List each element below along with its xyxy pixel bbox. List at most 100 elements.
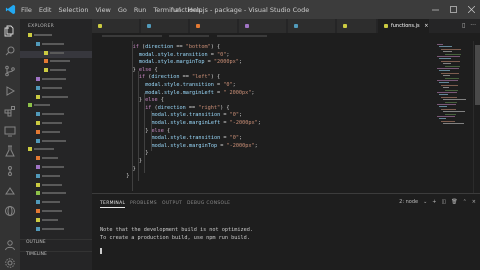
file-tree-item[interactable] — [20, 147, 92, 154]
chevron-down-icon[interactable]: ⌄ — [423, 199, 427, 205]
tab-debug-console[interactable]: DEBUG CONSOLE — [187, 201, 230, 206]
maximize-button[interactable] — [444, 0, 462, 19]
tab-terminal[interactable]: TERMINAL — [100, 201, 126, 208]
code-line[interactable]: if (direction == "right") { — [145, 105, 229, 111]
scrollbar-thumb[interactable] — [475, 45, 480, 105]
file-tree-item[interactable] — [20, 121, 92, 128]
extensions-icon[interactable] — [4, 105, 16, 117]
editor-scrollbar[interactable] — [473, 41, 480, 193]
code-line[interactable]: } — [133, 166, 136, 172]
editor-tab[interactable] — [288, 19, 336, 33]
editor-tab[interactable] — [190, 19, 238, 33]
breadcrumb-path[interactable] — [169, 34, 210, 37]
menu-file[interactable]: File — [21, 6, 32, 14]
file-tree-item[interactable] — [20, 173, 92, 181]
run-debug-icon[interactable] — [4, 85, 16, 97]
account-icon[interactable] — [4, 239, 16, 251]
close-panel-icon[interactable]: × — [472, 199, 476, 205]
remote-explorer-icon[interactable] — [4, 125, 16, 137]
file-tree-item[interactable] — [20, 77, 92, 84]
menu-run[interactable]: Run — [134, 6, 146, 14]
code-editor[interactable]: if (direction == "bottom") { modal.style.… — [92, 41, 435, 193]
chevron-up-icon[interactable]: ⌃ — [463, 199, 467, 205]
minimize-button[interactable] — [426, 0, 444, 19]
code-line[interactable]: } else { — [133, 67, 158, 73]
file-tree-item[interactable] — [20, 138, 92, 146]
settings-gear-icon[interactable] — [4, 257, 16, 269]
file-tree-item[interactable] — [20, 41, 92, 49]
tab-functions-js[interactable]: functions.js × — [378, 19, 430, 33]
file-tree-item[interactable] — [20, 165, 92, 172]
file-tree-item[interactable] — [20, 209, 92, 216]
code-line[interactable]: } — [126, 173, 129, 179]
code-line[interactable]: modal.style.marginLeft = " 2000px"; — [145, 90, 254, 96]
terminal-selector[interactable]: 2: node — [399, 199, 418, 205]
code-line[interactable]: modal.style.transition = "0"; — [145, 82, 236, 88]
file-tree-item[interactable] — [20, 50, 92, 58]
editor-tab[interactable] — [239, 19, 287, 33]
editor-tab[interactable] — [337, 19, 377, 33]
file-tree-item[interactable] — [20, 103, 92, 110]
file-tree-item[interactable] — [20, 129, 92, 137]
live-share-icon[interactable] — [4, 185, 16, 197]
code-line[interactable]: modal.style.transition = "0"; — [152, 112, 243, 118]
menu-terminal[interactable]: Terminal — [153, 6, 180, 14]
file-tree-item[interactable] — [20, 182, 92, 190]
code-line[interactable]: modal.style.marginTop = "2000px"; — [139, 59, 242, 65]
tab-problems[interactable]: PROBLEMS — [130, 201, 157, 206]
outline-section[interactable]: OUTLINE — [20, 239, 92, 247]
code-line[interactable]: } else { — [145, 128, 170, 134]
file-tree-item[interactable] — [20, 191, 92, 198]
file-tree-item[interactable] — [20, 200, 92, 207]
testing-icon[interactable] — [4, 145, 16, 157]
file-tree-item[interactable] — [20, 33, 92, 40]
code-token: marginTop — [189, 142, 218, 149]
globe-icon[interactable] — [4, 205, 16, 217]
explorer-icon[interactable] — [4, 25, 16, 37]
code-line[interactable]: modal.style.marginLeft = "-2000px"; — [152, 120, 261, 126]
file-tree-item[interactable] — [20, 85, 92, 93]
code-line[interactable]: if (direction == "left") { — [139, 74, 220, 80]
menu-help[interactable]: Help — [188, 6, 203, 14]
split-terminal-icon[interactable]: ◫ — [442, 199, 447, 205]
code-token: ; — [232, 82, 236, 88]
code-line[interactable]: } — [139, 158, 142, 164]
code-line[interactable]: } else { — [139, 97, 164, 103]
menu-selection[interactable]: Selection — [58, 6, 88, 14]
file-tree-item[interactable] — [20, 226, 92, 234]
file-tree-item[interactable] — [20, 112, 92, 119]
timeline-section[interactable]: TIMELINE — [20, 251, 92, 259]
code-line[interactable]: } — [145, 150, 148, 156]
code-token: { — [157, 97, 164, 104]
file-tree-item[interactable] — [20, 217, 92, 225]
code-line[interactable]: if (direction == "bottom") { — [133, 44, 220, 50]
more-actions-icon[interactable]: ··· — [470, 22, 476, 29]
trash-icon[interactable]: 🗑 — [451, 199, 457, 205]
search-icon[interactable] — [4, 45, 16, 57]
file-tree-item[interactable] — [20, 156, 92, 163]
file-name — [42, 95, 68, 98]
menu-go[interactable]: Go — [118, 6, 127, 14]
tab-output[interactable]: OUTPUT — [162, 201, 182, 206]
file-tree-item[interactable] — [20, 59, 92, 66]
file-tree-item[interactable] — [20, 94, 92, 102]
code-line[interactable]: modal.style.transition = "0"; — [152, 135, 243, 141]
close-window-button[interactable] — [462, 0, 480, 19]
file-name — [34, 34, 52, 36]
menu-view[interactable]: View — [95, 6, 110, 14]
close-tab-icon[interactable]: × — [424, 23, 428, 29]
code-line[interactable]: modal.style.transition = "0"; — [139, 52, 230, 58]
breadcrumb-path[interactable] — [102, 34, 162, 37]
breadcrumb-path[interactable] — [216, 34, 267, 37]
editor-tab[interactable] — [141, 19, 189, 33]
code-line[interactable]: modal.style.marginTop = "-2000px"; — [152, 143, 258, 149]
split-editor-icon[interactable]: ▯ — [462, 22, 465, 29]
git-graph-icon[interactable] — [4, 165, 16, 177]
file-tree-item[interactable] — [20, 68, 92, 75]
source-control-icon[interactable] — [4, 65, 16, 77]
file-icon — [36, 121, 40, 125]
editor-tab[interactable] — [92, 19, 140, 33]
new-terminal-icon[interactable]: + — [432, 199, 436, 205]
menu-edit[interactable]: Edit — [39, 6, 52, 14]
minimap[interactable] — [435, 41, 473, 193]
